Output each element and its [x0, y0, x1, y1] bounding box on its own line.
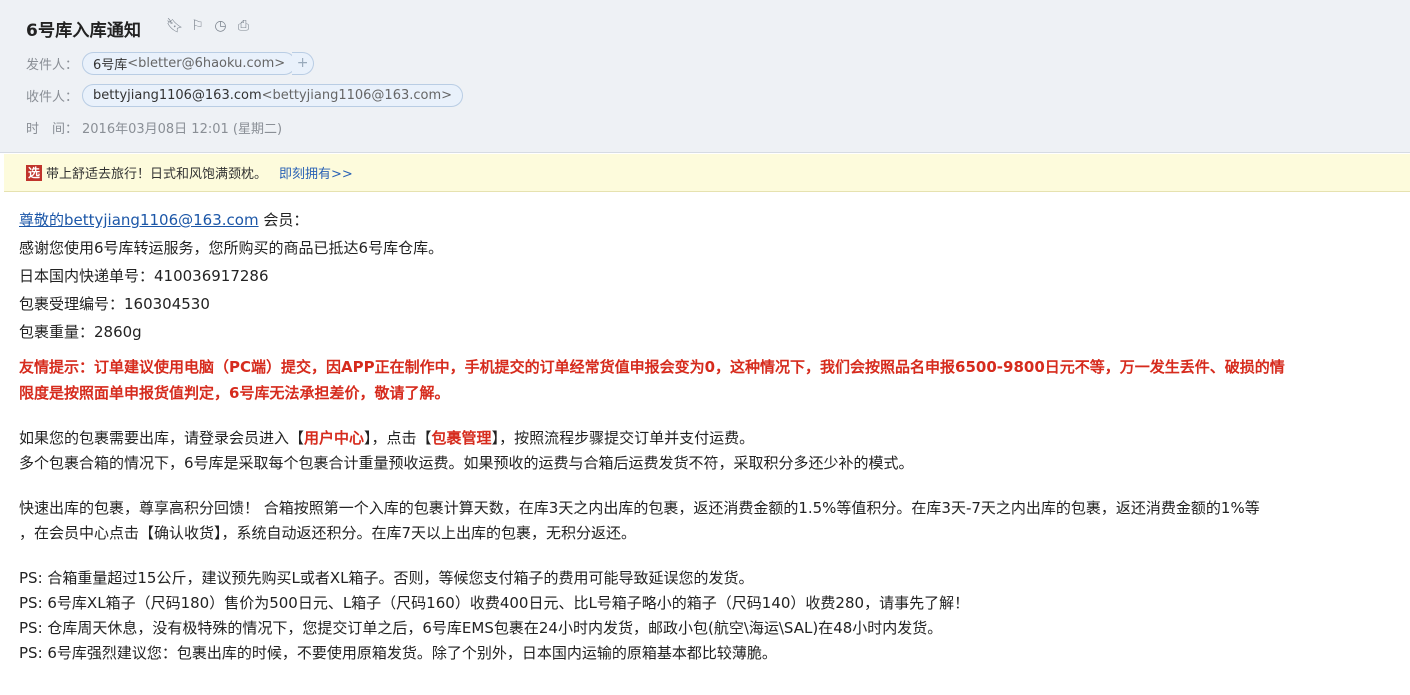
- flag-icon[interactable]: ⚐: [189, 18, 206, 35]
- ad-logo-icon: 选: [26, 164, 42, 181]
- greeting-email-link[interactable]: 尊敬的bettyjiang1106@163.com: [19, 211, 259, 229]
- checkout-text-e: 】，按照流程步骤提交订单并支付运费。: [491, 429, 755, 447]
- recipient-email: <bettyjiang1106@163.com>: [261, 88, 453, 103]
- to-row: 收件人： bettyjiang1106@163.com <bettyjiang1…: [26, 84, 464, 107]
- merge-info: 多个包裹合箱的情况下，6号库是采取每个包裹合计重量预收运费。如果预收的运费与合箱…: [19, 454, 914, 472]
- ad-link[interactable]: 即刻拥有>>: [279, 163, 353, 182]
- ps-line-1: PS: 合箱重量超过15公斤，建议预先购买L或者XL箱子。否则，等候您支付箱子的…: [19, 569, 754, 587]
- sender-email: <bletter@6haoku.com>: [127, 56, 286, 71]
- from-row: 发件人： 6号库 <bletter@6haoku.com> +: [26, 52, 315, 75]
- print-icon[interactable]: ⎙: [235, 18, 252, 35]
- bookmark-icon[interactable]: 🔖︎: [166, 18, 184, 35]
- checkout-text-c: 】，点击【: [364, 429, 432, 447]
- points-info-2: ，在会员中心点击【确认收货】，系统自动返还积分。在库7天以上出库的包裹，无积分返…: [19, 524, 637, 542]
- time-row: 时 间： 2016年03月08日 12:01 (星期二): [26, 118, 282, 137]
- greeting: 尊敬的bettyjiang1106@163.com 会员：: [19, 206, 1410, 234]
- package-id: 包裹受理编号：160304530: [19, 295, 210, 313]
- add-contact-button[interactable]: +: [292, 52, 315, 75]
- warning-line-2: 限度是按照面单申报货值判定，6号库无法承担差价，敬请了解。: [19, 384, 450, 402]
- from-label: 发件人：: [26, 58, 79, 73]
- to-label: 收件人：: [26, 90, 79, 105]
- ad-banner: 选 带上舒适去旅行！日式和风饱满颈枕。 即刻拥有>>: [4, 154, 1410, 192]
- checkout-instructions: 如果您的包裹需要出库，请登录会员进入【用户中心】，点击【包裹管理】，按照流程步骤…: [19, 426, 1410, 451]
- clock-icon[interactable]: ◷: [212, 18, 229, 35]
- subject-toolbar: 🔖︎ ⚐ ◷ ⎙: [166, 18, 252, 35]
- body-line-1: 感谢您使用6号库转运服务，您所购买的商品已抵达6号库仓库。: [19, 239, 444, 257]
- mail-subject: 6号库入库通知: [26, 21, 142, 41]
- points-info-1: 快速出库的包裹，尊享高积分回馈！ 合箱按照第一个入库的包裹计算天数，在库3天之内…: [19, 499, 1260, 517]
- user-center-link[interactable]: 用户中心: [304, 429, 364, 447]
- warning-line-1: 友情提示：订单建议使用电脑（PC端）提交，因APP正在制作中，手机提交的订单经常…: [19, 358, 1285, 376]
- ps-line-2: PS: 6号库XL箱子（尺码180）售价为500日元、L箱子（尺码160）收费4…: [19, 594, 970, 612]
- time-value: 2016年03月08日 12:01 (星期二): [82, 122, 283, 137]
- recipient-chip[interactable]: bettyjiang1106@163.com <bettyjiang1106@1…: [82, 84, 464, 107]
- mail-body: 尊敬的bettyjiang1106@163.com 会员： 感谢您使用6号库转运…: [19, 206, 1410, 666]
- sender-name: 6号库: [93, 58, 128, 73]
- ps-line-3: PS: 仓库周天休息，没有极特殊的情况下，您提交订单之后，6号库EMS包裹在24…: [19, 619, 943, 637]
- recipient-name: bettyjiang1106@163.com: [93, 88, 262, 103]
- tracking-number: 日本国内快递单号：410036917286: [19, 267, 269, 285]
- ps-line-4: PS: 6号库强烈建议您：包裹出库的时候，不要使用原箱发货。除了个别外，日本国内…: [19, 644, 777, 662]
- greeting-rest: 会员：: [258, 211, 309, 229]
- ad-text: 带上舒适去旅行！日式和风饱满颈枕。: [46, 167, 268, 182]
- package-weight: 包裹重量：2860g: [19, 323, 142, 341]
- time-label: 时 间：: [26, 122, 79, 137]
- sender-chip[interactable]: 6号库 <bletter@6haoku.com>: [82, 52, 297, 75]
- mail-header: 6号库入库通知 🔖︎ ⚐ ◷ ⎙ 发件人： 6号库 <bletter@6haok…: [0, 0, 1410, 153]
- checkout-text-a: 如果您的包裹需要出库，请登录会员进入【: [19, 429, 305, 447]
- package-management-link[interactable]: 包裹管理: [432, 429, 492, 447]
